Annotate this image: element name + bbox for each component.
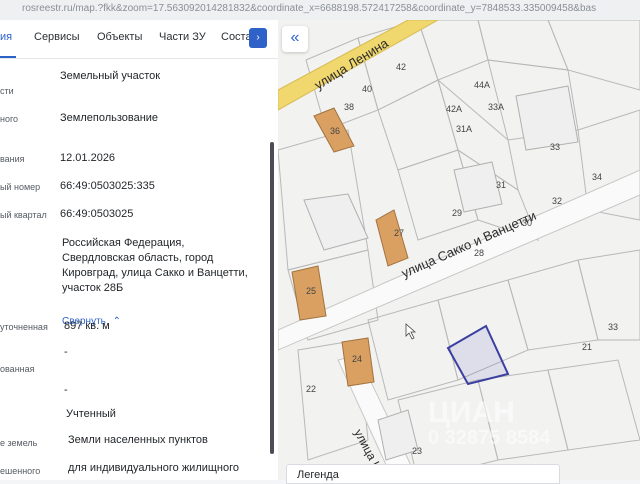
- house-number: 22: [306, 384, 316, 394]
- cadastral-number-value[interactable]: 66:49:0503025:335: [60, 180, 155, 192]
- house-number: 44А: [474, 80, 490, 90]
- house-number: 38: [344, 102, 354, 112]
- building: [303, 193, 369, 251]
- cadastral-map[interactable]: улица Ленина улица Сакко и Ванцетти улиц…: [278, 20, 640, 480]
- house-number: 33А: [488, 102, 504, 112]
- house-number: 23: [412, 446, 422, 456]
- building: [453, 161, 503, 213]
- watermark-phone: 0 32875 8584: [428, 427, 551, 449]
- date-value: 12.01.2026: [60, 152, 116, 164]
- panel-scrollbar[interactable]: [270, 142, 274, 454]
- building: [375, 209, 409, 267]
- house-number: 30: [522, 218, 532, 228]
- house-number: 29: [452, 208, 462, 218]
- mouse-cursor-icon: [405, 323, 417, 340]
- info-panel: ия Сервисы Объекты Части ЗУ Соста › Земе…: [0, 20, 278, 480]
- tab-bar: ия Сервисы Объекты Части ЗУ Соста ›: [0, 20, 278, 59]
- house-number: 31А: [456, 124, 472, 134]
- house-number: 36: [330, 126, 340, 136]
- address-value: Российская Федерация, Свердловская облас…: [62, 236, 262, 296]
- address-bar[interactable]: rosreestr.ru/map.?fkk&zoom=17.5630920142…: [0, 0, 640, 21]
- address-line: Свердловская область, город: [62, 252, 214, 264]
- parcel: [477, 20, 569, 71]
- area-value: 897 кв. м: [64, 320, 110, 332]
- cadastral-quarter-value[interactable]: 66:49:0503025: [60, 208, 133, 220]
- parcel: [377, 79, 459, 171]
- empty-value: -: [64, 384, 68, 396]
- tab-parcel-parts[interactable]: Части ЗУ: [159, 31, 206, 43]
- land-category-value: Земли населенных пунктов: [68, 434, 208, 446]
- building: [515, 85, 579, 151]
- parcel: [547, 20, 640, 91]
- house-number: 40: [362, 84, 372, 94]
- parcel: [547, 359, 640, 451]
- house-number: 28: [474, 248, 484, 258]
- parcel: [417, 20, 489, 81]
- address-line: участок 28Б: [62, 282, 124, 294]
- house-number: 33: [608, 322, 618, 332]
- house-number: 21: [582, 342, 592, 352]
- tab-objects[interactable]: Объекты: [97, 31, 142, 43]
- house-number: 42: [396, 62, 406, 72]
- house-number: 25: [306, 286, 316, 296]
- field-label: вания: [0, 154, 25, 164]
- object-type-value: Земельный участок: [60, 70, 161, 82]
- tab-composition[interactable]: Соста: [221, 31, 252, 43]
- watermark: ЦИАН: [428, 396, 515, 429]
- legend-title: Легенда: [297, 469, 339, 481]
- address-line: Кировград, улица Сакко и Ванцетти,: [62, 267, 248, 279]
- field-label: ый номер: [0, 182, 41, 192]
- collapse-panel-button[interactable]: «: [282, 26, 308, 52]
- parcel: [507, 259, 599, 351]
- map-canvas: улица Ленина улица Сакко и Ванцетти улиц…: [278, 20, 640, 480]
- field-label: ного: [0, 114, 19, 124]
- chevron-up-icon: ⌃: [112, 316, 122, 327]
- active-tab-indicator: [0, 56, 16, 58]
- house-number: 34: [592, 172, 602, 182]
- house-number: 32: [552, 196, 562, 206]
- parcel: [367, 299, 459, 401]
- tabs-next-button[interactable]: ›: [249, 28, 267, 48]
- address-line: Российская Федерация,: [62, 237, 185, 249]
- field-label: сти: [0, 86, 14, 96]
- permitted-use-value: для индивидуального жилищного: [68, 462, 240, 474]
- tab-info[interactable]: ия: [0, 31, 12, 43]
- street-label: улица Ленина: [312, 35, 392, 93]
- field-label: ованная: [0, 364, 35, 374]
- house-number: 31: [496, 180, 506, 190]
- field-label: ешенного: [0, 466, 41, 476]
- empty-value: -: [64, 346, 68, 358]
- house-number: 33: [550, 142, 560, 152]
- parcel-kind-value: Землепользование: [60, 112, 159, 124]
- field-label: е земель: [0, 438, 38, 448]
- legend-panel[interactable]: Легенда: [286, 464, 560, 484]
- house-number: 27: [394, 228, 404, 238]
- tab-services[interactable]: Сервисы: [34, 31, 80, 43]
- house-number: 24: [352, 354, 362, 364]
- house-number: 42А: [446, 104, 462, 114]
- status-value: Учтенный: [66, 408, 116, 420]
- field-label: ый квартал: [0, 210, 47, 220]
- url-text: rosreestr.ru/map.?fkk&zoom=17.5630920142…: [22, 3, 597, 14]
- field-label: уточненная: [0, 322, 48, 332]
